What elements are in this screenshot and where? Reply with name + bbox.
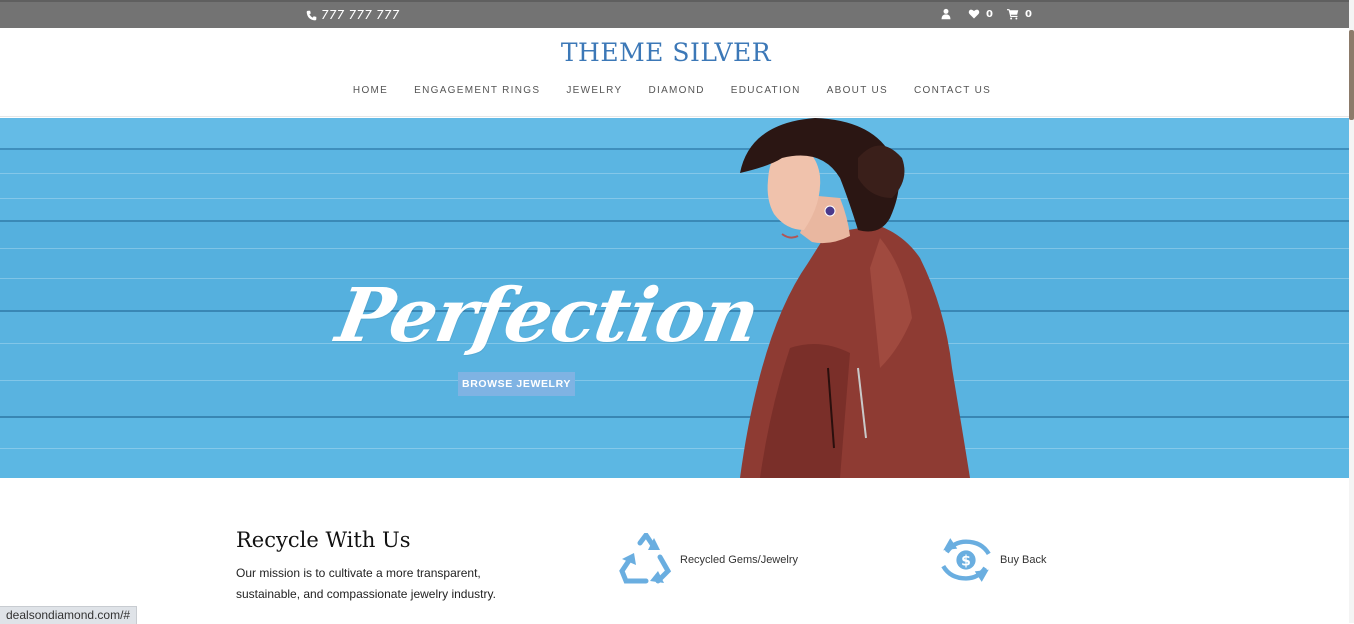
phone-icon xyxy=(306,10,317,20)
cart-button[interactable]: 0 xyxy=(1006,8,1032,20)
main-nav: HOME ENGAGEMENT RINGS JEWELRY DIAMOND ED… xyxy=(0,85,1344,96)
nav-jewelry[interactable]: JEWELRY xyxy=(566,85,622,96)
phone-link[interactable]: 777 777 777 xyxy=(306,8,400,22)
heart-icon xyxy=(968,9,980,19)
wood-grain xyxy=(0,380,1349,381)
nav-contact-us[interactable]: CONTACT US xyxy=(914,85,991,96)
user-icon xyxy=(941,8,951,20)
model-photo xyxy=(740,118,970,478)
site-logo[interactable]: THEME SILVER xyxy=(0,38,1332,67)
feature-recycled-gems[interactable]: Recycled Gems/Jewelry xyxy=(618,533,798,587)
recycle-heading: Recycle With Us xyxy=(236,528,411,552)
site-header: THEME SILVER HOME ENGAGEMENT RINGS JEWEL… xyxy=(0,28,1349,117)
feature-label: Recycled Gems/Jewelry xyxy=(680,554,798,566)
nav-engagement-rings[interactable]: ENGAGEMENT RINGS xyxy=(414,85,540,96)
browse-jewelry-button[interactable]: BROWSE JEWELRY xyxy=(458,372,575,396)
account-actions: 0 0 xyxy=(940,8,1032,20)
wood-plank xyxy=(0,150,1349,220)
wood-grain xyxy=(0,198,1349,199)
hero-banner: Perfection BROWSE JEWELRY xyxy=(0,118,1349,478)
recycle-description: Our mission is to cultivate a more trans… xyxy=(236,566,496,601)
wood-grain xyxy=(0,173,1349,174)
wishlist-count: 0 xyxy=(986,8,993,20)
scrollbar-thumb[interactable] xyxy=(1349,30,1354,120)
svg-text:$: $ xyxy=(961,553,971,569)
wood-grain xyxy=(0,448,1349,449)
cart-count: 0 xyxy=(1024,8,1032,20)
top-bar: 777 777 777 0 0 xyxy=(0,0,1349,28)
nav-home[interactable]: HOME xyxy=(353,85,388,96)
status-bar-url: dealsondiamond.com/# xyxy=(0,606,138,624)
feature-buy-back[interactable]: $ Buy Back xyxy=(938,533,1046,587)
nav-about-us[interactable]: ABOUT US xyxy=(827,85,888,96)
recycle-icon xyxy=(619,533,672,584)
nav-education[interactable]: EDUCATION xyxy=(731,85,801,96)
nav-diamond[interactable]: DIAMOND xyxy=(648,85,704,96)
hero-headline: Perfection xyxy=(330,273,765,359)
wood-plank xyxy=(0,118,1349,148)
wishlist-button[interactable]: 0 xyxy=(968,8,993,20)
phone-number: 777 777 777 xyxy=(321,8,400,22)
wood-grain xyxy=(0,248,1349,249)
feature-label: Buy Back xyxy=(1000,554,1047,566)
cart-icon xyxy=(1006,9,1019,20)
buy-back-dollar-icon: $ xyxy=(941,538,991,582)
account-button[interactable] xyxy=(940,8,952,20)
